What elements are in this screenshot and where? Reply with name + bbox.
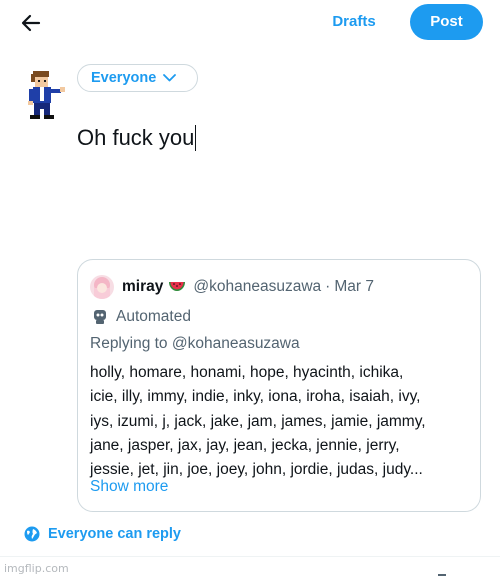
automated-label: Automated xyxy=(116,308,191,325)
watermark: imgflip.com xyxy=(4,562,69,575)
body-line: jane, jasper, jax, jay, jean, jecka, jen… xyxy=(90,436,400,454)
quoted-handle[interactable]: @kohaneasuzawa xyxy=(193,278,321,296)
audience-selector[interactable]: Everyone xyxy=(77,64,198,92)
globe-icon xyxy=(24,526,40,542)
separator-dot: · xyxy=(325,278,331,295)
arrow-left-icon xyxy=(21,14,41,32)
quoted-post-body: holly, homare, honami, hope, hyacinth, i… xyxy=(90,361,474,482)
quoted-date[interactable]: Mar 7 xyxy=(334,278,374,296)
post-button[interactable]: Post xyxy=(410,4,483,40)
back-button[interactable] xyxy=(18,10,44,36)
replying-to-line: Replying to @kohaneasuzawa xyxy=(90,335,300,353)
body-line: icie, illy, immy, indie, inky, iona, iro… xyxy=(90,388,421,406)
automated-label-row: Automated xyxy=(90,306,191,328)
robot-icon xyxy=(90,308,110,326)
watermelon-icon xyxy=(168,281,186,293)
audience-label: Everyone xyxy=(91,70,157,86)
replying-prefix: Replying to xyxy=(90,335,168,352)
body-line: holly, homare, honami, hope, hyacinth, i… xyxy=(90,364,404,381)
divider xyxy=(0,556,500,557)
quoted-post-card[interactable]: miray @kohaneasuzawa · Mar 7 Automated R… xyxy=(77,259,481,512)
show-more-link[interactable]: Show more xyxy=(90,478,168,496)
quoted-avatar[interactable] xyxy=(90,275,114,299)
bottom-indicator xyxy=(438,574,446,576)
replying-handle[interactable]: @kohaneasuzawa xyxy=(172,335,300,352)
post-text-input[interactable]: Oh fuck you xyxy=(77,118,477,158)
drafts-button[interactable]: Drafts xyxy=(318,8,390,36)
quoted-display-name[interactable]: miray xyxy=(122,278,163,296)
reply-setting-button[interactable]: Everyone can reply xyxy=(24,522,181,546)
chevron-down-icon xyxy=(163,74,177,82)
pixel-character-avatar xyxy=(28,71,65,119)
quoted-post-header: miray @kohaneasuzawa · Mar 7 xyxy=(90,274,374,300)
text-caret xyxy=(195,125,197,151)
avatar[interactable] xyxy=(22,70,68,120)
reply-setting-label: Everyone can reply xyxy=(48,526,181,542)
post-text: Oh fuck you xyxy=(77,125,195,150)
body-line: iys, izumi, j, jack, jake, jam, james, j… xyxy=(90,412,426,430)
